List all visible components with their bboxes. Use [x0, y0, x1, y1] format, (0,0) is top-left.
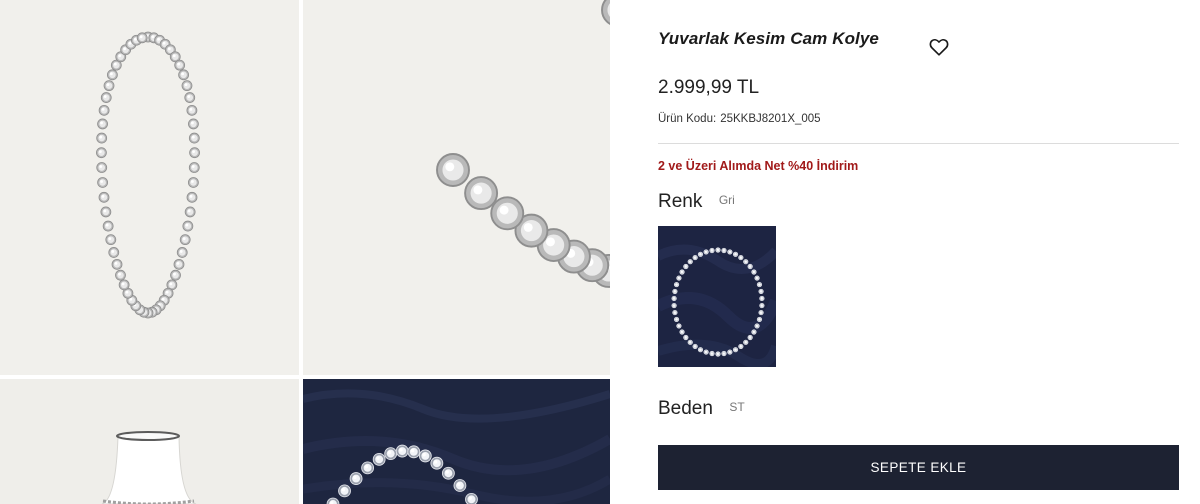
gallery-image-on-bust[interactable] [0, 379, 299, 504]
gallery-image-on-fabric[interactable] [303, 379, 610, 504]
product-code-label: Ürün Kodu: [658, 113, 717, 125]
color-value: Gri [718, 193, 735, 207]
product-code-value: 25KKBJ8201X_005 [720, 113, 821, 125]
bust-image [0, 379, 299, 504]
size-label: Beden [658, 398, 713, 419]
gallery-image-closeup[interactable] [303, 0, 610, 375]
color-label: Renk [658, 191, 703, 212]
product-gallery [0, 0, 610, 504]
promo-text: 2 ve Üzeri Alımda Net %40 İndirim [658, 159, 859, 173]
divider [658, 143, 1179, 144]
color-selector: Renk Gri [658, 191, 735, 213]
size-value[interactable]: ST [729, 400, 744, 414]
add-to-cart-button[interactable]: SEPETE EKLE [658, 445, 1179, 490]
swatch-image [658, 226, 776, 367]
closeup-necklace-image [436, 0, 610, 288]
fabric-image [303, 379, 610, 504]
full-necklace-image [96, 31, 200, 319]
product-code: Ürün Kodu: 25KKBJ8201X_005 [658, 113, 821, 125]
product-title: Yuvarlak Kesim Cam Kolye [658, 29, 879, 48]
size-selector: Beden ST [658, 398, 745, 420]
product-price: 2.999,99 TL [658, 77, 760, 98]
color-swatch-gri[interactable] [658, 226, 776, 367]
product-info-panel: Yuvarlak Kesim Cam Kolye 2.999,99 TL Ürü… [658, 0, 1180, 504]
gallery-image-full-necklace[interactable] [0, 0, 299, 375]
heart-icon[interactable] [928, 36, 950, 58]
